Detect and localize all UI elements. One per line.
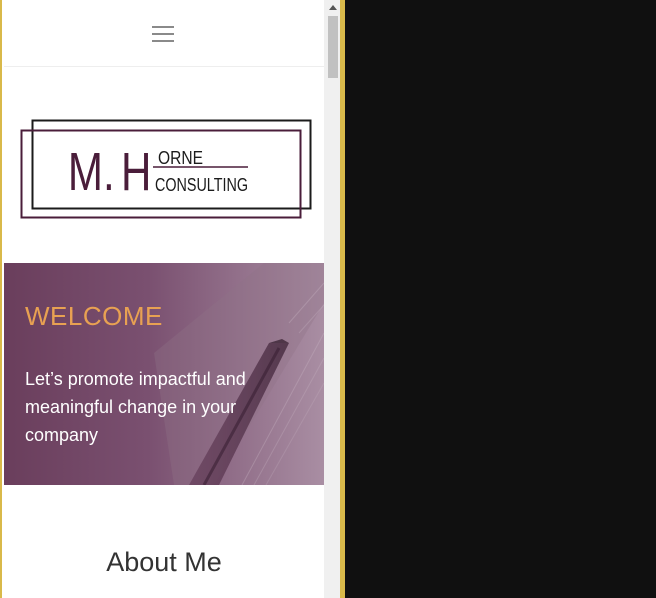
logo-word-orne: ORNE	[158, 148, 203, 168]
web-page: M. H ORNE CONSULTING WELCOME Let’s promo…	[4, 0, 324, 598]
hero-banner: WELCOME Let’s promote impactful and mean…	[4, 263, 324, 485]
hamburger-menu-icon[interactable]	[152, 26, 174, 42]
browser-window: M. H ORNE CONSULTING WELCOME Let’s promo…	[0, 0, 656, 598]
hero-tagline: Let’s promote impactful and meaningful c…	[25, 369, 246, 445]
page-viewport: M. H ORNE CONSULTING WELCOME Let’s promo…	[0, 0, 340, 598]
about-section: About Me	[4, 485, 324, 598]
window-border	[340, 0, 345, 598]
logo-initials-m: M.	[68, 142, 115, 202]
logo-word-consulting: CONSULTING	[155, 175, 248, 195]
about-title: About Me	[106, 547, 222, 577]
logo-initials-h: H	[121, 142, 151, 202]
scroll-up-arrow-icon[interactable]	[324, 0, 340, 14]
navbar	[4, 0, 324, 67]
company-logo[interactable]: M. H ORNE CONSULTING	[18, 118, 312, 222]
logo-graphic: M. H ORNE CONSULTING	[20, 119, 312, 219]
hero-title: WELCOME	[25, 301, 163, 331]
vertical-scrollbar[interactable]	[324, 0, 340, 598]
scrollbar-thumb[interactable]	[328, 16, 338, 78]
